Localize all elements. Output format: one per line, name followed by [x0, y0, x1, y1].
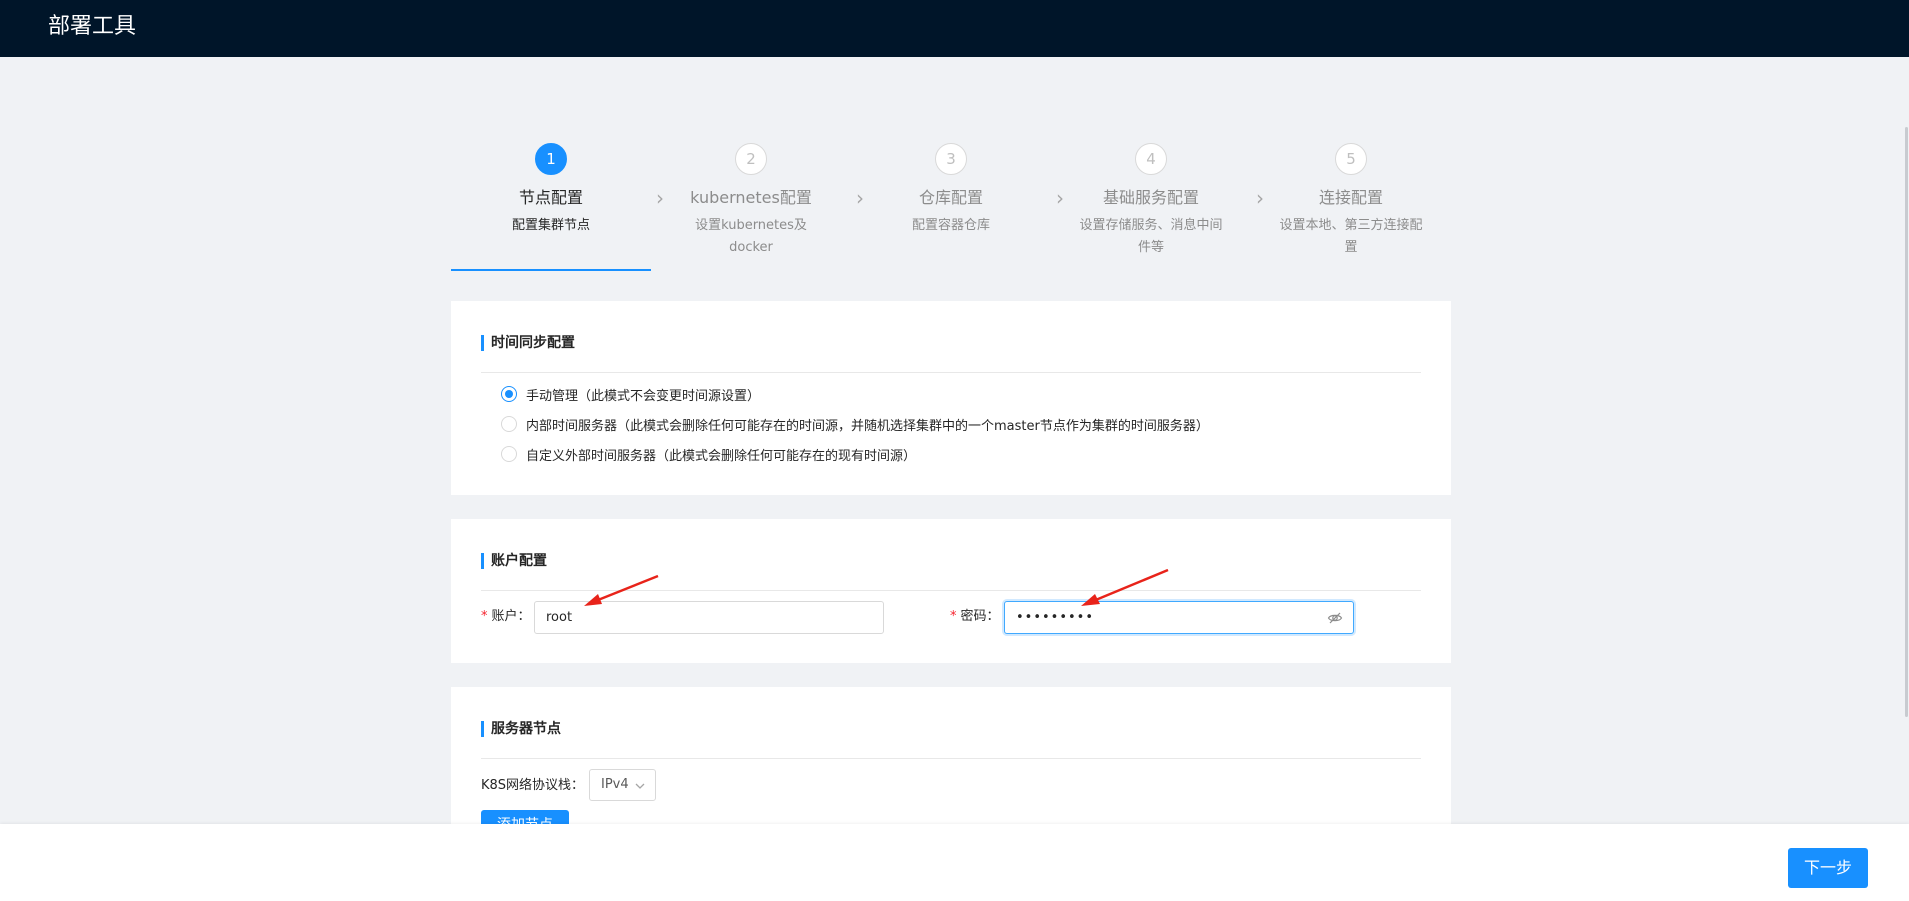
title-accent-bar — [481, 335, 484, 351]
footer-bar: 下一步 — [0, 824, 1909, 901]
step-number: 4 — [1135, 143, 1167, 175]
protocol-select[interactable]: IPv4 — [589, 769, 656, 801]
step-title: 连接配置 — [1318, 188, 1383, 207]
step-title: 节点配置 — [518, 188, 583, 207]
vertical-scrollbar[interactable] — [1901, 57, 1909, 824]
radio-internal-server[interactable]: 内部时间服务器（此模式会删除任何可能存在的时间源，并随机选择集群中的一个mast… — [501, 413, 1209, 435]
card-title: 时间同步配置 — [491, 335, 575, 351]
scrollbar-thumb[interactable] — [1905, 127, 1908, 717]
server-nodes-card: 服务器节点 K8S网络协议栈： IPv4 添加节点 — [451, 687, 1451, 824]
step-description: 设置本地、第三方连接配置 — [1279, 218, 1423, 255]
account-input[interactable]: root — [534, 601, 884, 634]
radio-external-server[interactable]: 自定义外部时间服务器（此模式会删除任何可能存在的现有时间源） — [501, 443, 916, 465]
app-title: 部署工具 — [48, 14, 137, 39]
top-bar: 部署工具 — [0, 0, 1909, 57]
title-accent-bar — [481, 553, 484, 569]
step-number: 3 — [935, 143, 967, 175]
radio-button[interactable] — [501, 386, 517, 402]
radio-label: 自定义外部时间服务器（此模式会删除任何可能存在的现有时间源） — [526, 448, 917, 464]
required-mark: * — [481, 609, 488, 624]
step-number: 1 — [535, 143, 567, 175]
step-number: 2 — [735, 143, 767, 175]
chevron-down-icon — [635, 783, 645, 789]
radio-button[interactable] — [501, 416, 517, 432]
card-header: 时间同步配置 — [481, 333, 1421, 373]
protocol-value: IPv4 — [601, 777, 629, 792]
step-title: 仓库配置 — [918, 188, 983, 207]
step-description: 配置集群节点 — [511, 218, 590, 233]
card-header: 服务器节点 — [481, 719, 1421, 759]
card-title: 账户配置 — [491, 553, 547, 569]
add-node-button[interactable]: 添加节点 — [481, 810, 569, 824]
radio-button[interactable] — [501, 446, 517, 462]
radio-manual[interactable]: 手动管理（此模式不会变更时间源设置） — [501, 383, 760, 405]
password-label: * 密码： — [950, 609, 1000, 624]
next-step-button[interactable]: 下一步 — [1788, 848, 1868, 888]
step-4[interactable]: 4 基础服务配置 设置存储服务、消息中间件等 — [1051, 143, 1251, 271]
radio-label: 内部时间服务器（此模式会删除任何可能存在的时间源，并随机选择集群中的一个mast… — [526, 418, 1209, 434]
title-accent-bar — [481, 721, 484, 737]
step-5[interactable]: 5 连接配置 设置本地、第三方连接配置 — [1251, 143, 1451, 271]
card-header: 账户配置 — [481, 551, 1421, 591]
step-1[interactable]: 1 节点配置 配置集群节点 — [451, 143, 651, 271]
step-title: kubernetes配置 — [690, 188, 812, 207]
step-title: 基础服务配置 — [1102, 188, 1199, 207]
step-3[interactable]: 3 仓库配置 配置容器仓库 — [851, 143, 1051, 271]
active-step-underline — [451, 269, 651, 271]
password-value: ••••••••• — [1016, 610, 1095, 625]
step-number: 5 — [1335, 143, 1367, 175]
step-description: 配置容器仓库 — [911, 218, 990, 233]
steps-wizard: 1 节点配置 配置集群节点 › 2 kubernetes配置 设置kuberne… — [451, 143, 1451, 271]
protocol-label: K8S网络协议栈： — [481, 778, 585, 793]
required-mark: * — [950, 609, 957, 624]
card-title: 服务器节点 — [491, 721, 561, 737]
step-description: 设置kubernetes及docker — [695, 218, 807, 255]
account-label: * 账户： — [481, 609, 531, 624]
time-sync-card: 时间同步配置 手动管理（此模式不会变更时间源设置） 内部时间服务器（此模式会删除… — [451, 301, 1451, 495]
account-card: 账户配置 * 账户： root * 密码： ••••••••• — [451, 519, 1451, 663]
step-description: 设置存储服务、消息中间件等 — [1079, 218, 1223, 255]
password-input[interactable]: ••••••••• — [1004, 601, 1354, 634]
radio-label: 手动管理（此模式不会变更时间源设置） — [526, 388, 761, 404]
eye-invisible-icon[interactable] — [1327, 610, 1343, 626]
step-2[interactable]: 2 kubernetes配置 设置kubernetes及docker — [651, 143, 851, 271]
